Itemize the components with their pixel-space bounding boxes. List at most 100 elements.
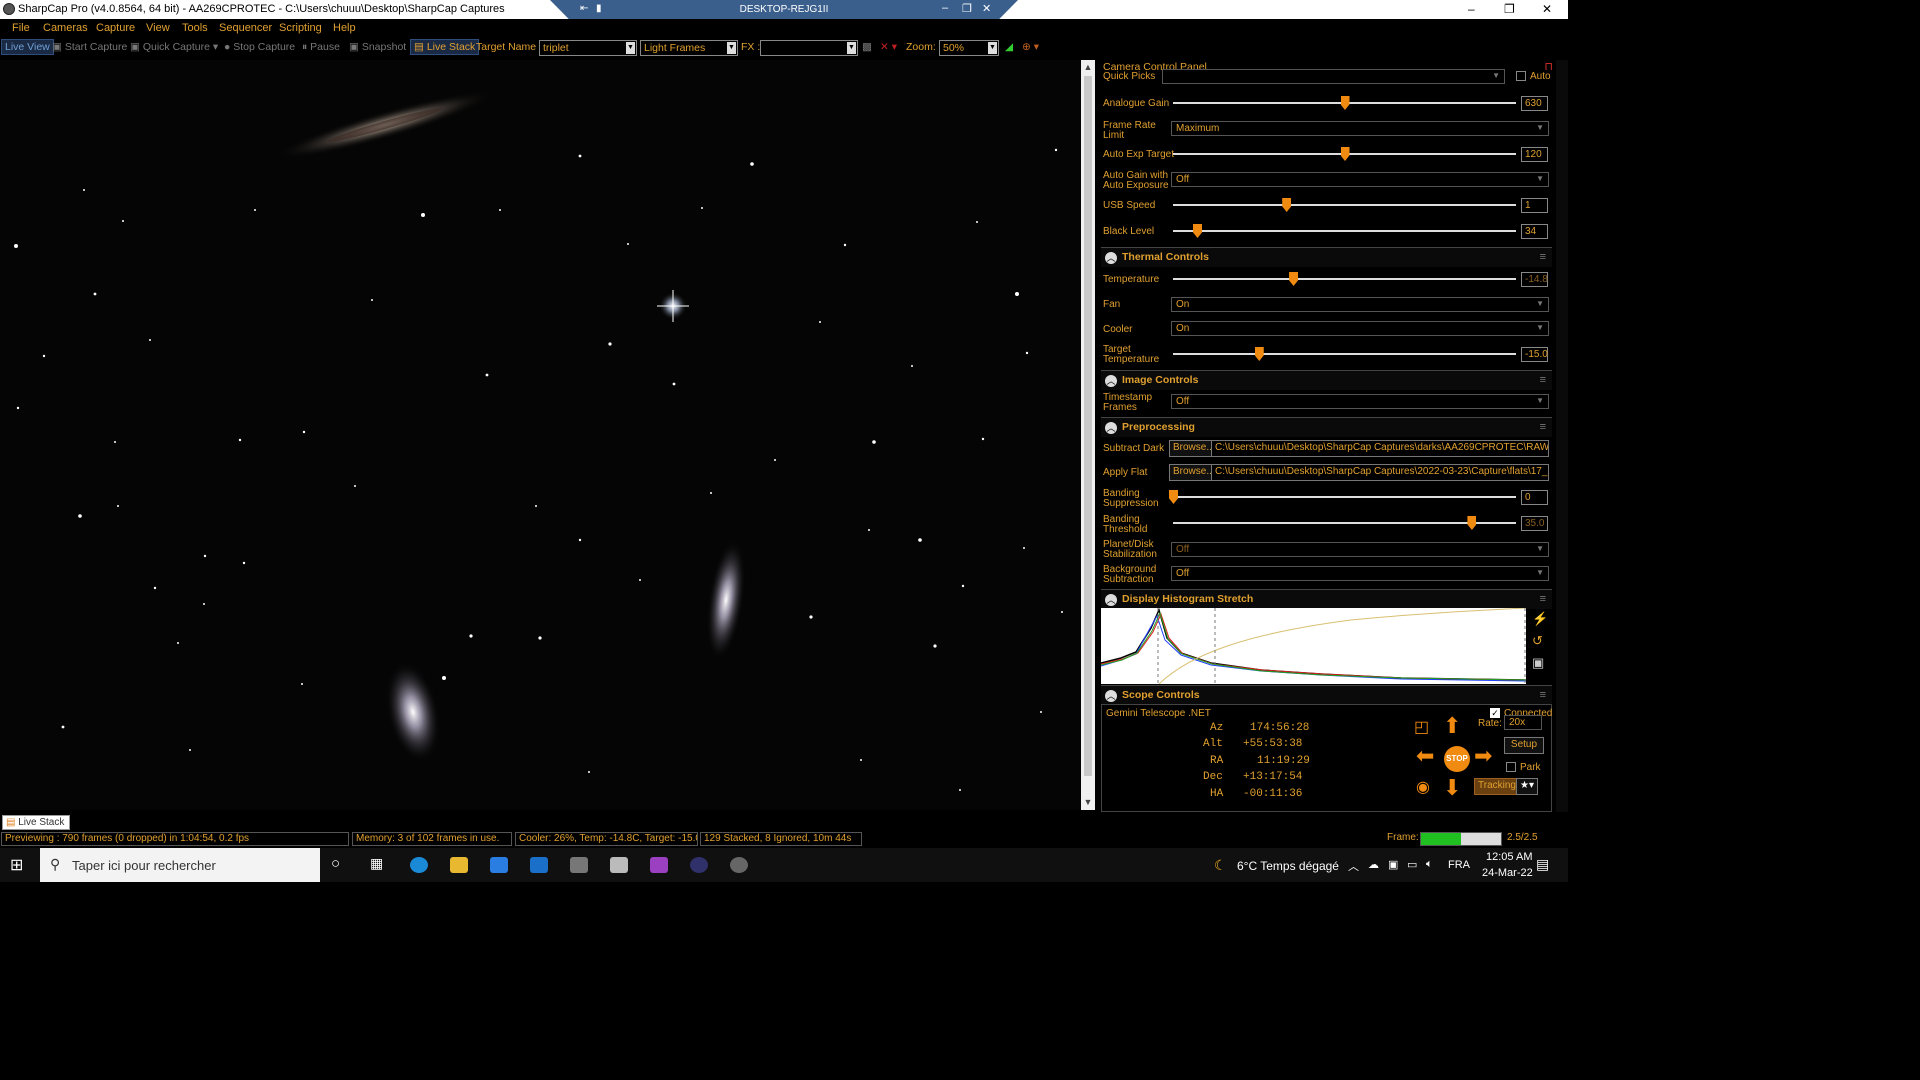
arrow-right-icon[interactable]: ➡ xyxy=(1474,745,1492,767)
preprocessing-header[interactable]: ︿ Preprocessing ≡ xyxy=(1101,417,1552,437)
quick-picks-select[interactable]: ▼ xyxy=(1162,69,1505,84)
chevron-down-icon[interactable]: ▼ xyxy=(847,42,856,54)
rdp-minimize-icon[interactable]: – xyxy=(942,2,948,14)
chevron-down-icon[interactable]: ▼ xyxy=(626,42,635,54)
section-menu-icon[interactable]: ≡ xyxy=(1540,251,1546,263)
histogram-header[interactable]: ︿ Display Histogram Stretch ≡ xyxy=(1101,589,1552,609)
stop-button[interactable]: STOP xyxy=(1444,746,1470,772)
goto-icon[interactable]: ◰ xyxy=(1414,717,1429,739)
stop-capture-button[interactable]: ● Stop Capture xyxy=(224,41,295,53)
setup-button[interactable]: Setup xyxy=(1504,737,1544,754)
live-stack-button[interactable]: ▤ Live Stack xyxy=(410,39,480,55)
slider-thumb[interactable] xyxy=(1282,198,1292,212)
file-explorer-icon[interactable] xyxy=(450,857,468,873)
scrollbar-thumb[interactable] xyxy=(1084,76,1092,776)
rdp-close-icon[interactable]: ✕ xyxy=(982,2,991,15)
quick-capture-button[interactable]: ▣ Quick Capture ▾ xyxy=(130,41,218,53)
bg-subtraction-select[interactable]: Off ▼ xyxy=(1171,566,1549,581)
chevron-down-icon[interactable]: ▼ xyxy=(988,42,997,54)
park-checkbox[interactable] xyxy=(1506,762,1516,772)
slider-thumb[interactable] xyxy=(1254,347,1264,361)
app-icon[interactable] xyxy=(570,857,588,873)
cloud-icon[interactable]: ☁ xyxy=(1368,858,1379,871)
home-icon[interactable]: ◉ xyxy=(1416,777,1430,799)
banding-suppression-value[interactable]: 0 xyxy=(1521,490,1548,505)
slider-thumb[interactable] xyxy=(1340,147,1350,161)
target-temperature-value[interactable]: -15.0 xyxy=(1521,347,1548,362)
language-indicator[interactable]: FRA xyxy=(1448,859,1470,871)
weather-text[interactable]: 6°C Temps dégagé xyxy=(1237,859,1339,873)
banding-threshold-slider[interactable] xyxy=(1173,516,1516,530)
zoom-select[interactable]: 50% ▼ xyxy=(939,40,999,56)
store-icon[interactable] xyxy=(490,857,508,873)
volume-icon[interactable]: 🔈︎ xyxy=(1426,858,1433,871)
slider-thumb[interactable] xyxy=(1193,224,1202,238)
collapse-icon[interactable]: ︿ xyxy=(1105,422,1117,434)
target-temperature-slider[interactable] xyxy=(1173,347,1516,361)
auto-stretch-icon[interactable]: ⚡ xyxy=(1532,611,1548,627)
arrow-up-icon[interactable]: ⬆ xyxy=(1443,715,1461,737)
panel-scrollbar[interactable] xyxy=(1556,60,1568,812)
scroll-down-icon[interactable]: ▼ xyxy=(1081,797,1095,807)
settings-icon[interactable]: ▩ xyxy=(862,41,872,53)
crosshair-icon[interactable]: ✕ ▾ xyxy=(880,41,897,53)
fx-select[interactable]: ▼ xyxy=(760,40,858,56)
tray-chevron-icon[interactable]: ︿ xyxy=(1348,858,1359,874)
reset-icon[interactable]: ↺ xyxy=(1532,633,1543,649)
color-app-icon[interactable] xyxy=(650,857,668,873)
section-menu-icon[interactable]: ≡ xyxy=(1540,421,1546,433)
chevron-down-icon[interactable]: ▼ xyxy=(727,42,736,54)
frame-type-select[interactable]: Light Frames ▼ xyxy=(640,40,738,56)
histogram-icon[interactable]: ◢ xyxy=(1005,41,1013,53)
taskbar-search[interactable]: ⚲ Taper ici pour rechercher xyxy=(40,848,320,882)
menu-help[interactable]: Help xyxy=(333,22,356,34)
auto-exp-target-value[interactable]: 120 xyxy=(1521,147,1548,162)
star-icon[interactable]: ★▾ xyxy=(1516,778,1538,795)
calculator-icon[interactable] xyxy=(610,857,628,873)
slider-thumb[interactable] xyxy=(1467,516,1477,530)
arrow-left-icon[interactable]: ⬅ xyxy=(1416,745,1434,767)
windows-start-icon[interactable]: ⊞ xyxy=(10,855,28,874)
menu-file[interactable]: File xyxy=(12,22,30,34)
tab-live-stack[interactable]: ▤ Live Stack xyxy=(2,815,70,830)
banding-threshold-value[interactable]: 35.0 xyxy=(1521,516,1548,531)
menu-view[interactable]: View xyxy=(146,22,170,34)
minimize-icon[interactable]: – xyxy=(1468,2,1475,16)
timestamp-select[interactable]: Off ▼ xyxy=(1171,394,1549,409)
network-icon[interactable]: ▣ xyxy=(1388,858,1398,871)
section-menu-icon[interactable]: ≡ xyxy=(1540,689,1546,701)
image-controls-header[interactable]: ︿ Image Controls ≡ xyxy=(1101,370,1552,390)
slider-thumb[interactable] xyxy=(1340,96,1350,110)
live-image-view[interactable] xyxy=(0,60,1080,810)
dark-path-select[interactable]: C:\Users\chuuu\Desktop\SharpCap Captures… xyxy=(1211,440,1549,457)
edge-icon[interactable] xyxy=(410,857,428,873)
scope-controls-header[interactable]: ︿ Scope Controls ≡ xyxy=(1101,685,1552,705)
maximize-icon[interactable]: ❐ xyxy=(1504,2,1515,16)
notifications-icon[interactable]: ▤ xyxy=(1536,856,1549,873)
display-icon[interactable]: ▭ xyxy=(1407,858,1417,871)
menu-cameras[interactable]: Cameras xyxy=(43,22,88,34)
analogue-gain-value[interactable]: 630 xyxy=(1521,96,1548,111)
collapse-icon[interactable]: ︿ xyxy=(1105,375,1117,387)
target-name-combo[interactable]: triplet ▼ xyxy=(539,40,637,56)
start-capture-button[interactable]: ▣ Start Capture xyxy=(52,41,127,53)
auto-checkbox[interactable] xyxy=(1516,71,1526,81)
fan-select[interactable]: On ▼ xyxy=(1171,297,1549,312)
menu-tools[interactable]: Tools xyxy=(182,22,208,34)
live-view-button[interactable]: Live View xyxy=(1,39,54,55)
arrow-down-icon[interactable]: ⬇ xyxy=(1443,777,1461,799)
frame-rate-limit-select[interactable]: Maximum ▼ xyxy=(1171,121,1549,136)
pause-button[interactable]: ⏸ Pause xyxy=(302,41,340,54)
collapse-icon[interactable]: ︿ xyxy=(1105,594,1117,606)
banding-suppression-slider[interactable] xyxy=(1169,490,1516,504)
flat-path-select[interactable]: C:\Users\chuuu\Desktop\SharpCap Captures… xyxy=(1211,464,1549,481)
clock-date[interactable]: 24-Mar-22 xyxy=(1482,867,1533,879)
snapshot-button[interactable]: ▣ Snapshot xyxy=(349,41,406,53)
collapse-icon[interactable]: ︿ xyxy=(1105,690,1117,702)
auto-exp-target-slider[interactable] xyxy=(1173,147,1516,161)
image-scrollbar[interactable]: ▲ ▼ xyxy=(1081,60,1095,810)
usb-speed-value[interactable]: 1 xyxy=(1521,198,1548,213)
scroll-up-icon[interactable]: ▲ xyxy=(1081,62,1095,72)
magnify-icon[interactable]: ⊕ ▾ xyxy=(1022,41,1039,53)
analogue-gain-slider[interactable] xyxy=(1173,96,1516,110)
